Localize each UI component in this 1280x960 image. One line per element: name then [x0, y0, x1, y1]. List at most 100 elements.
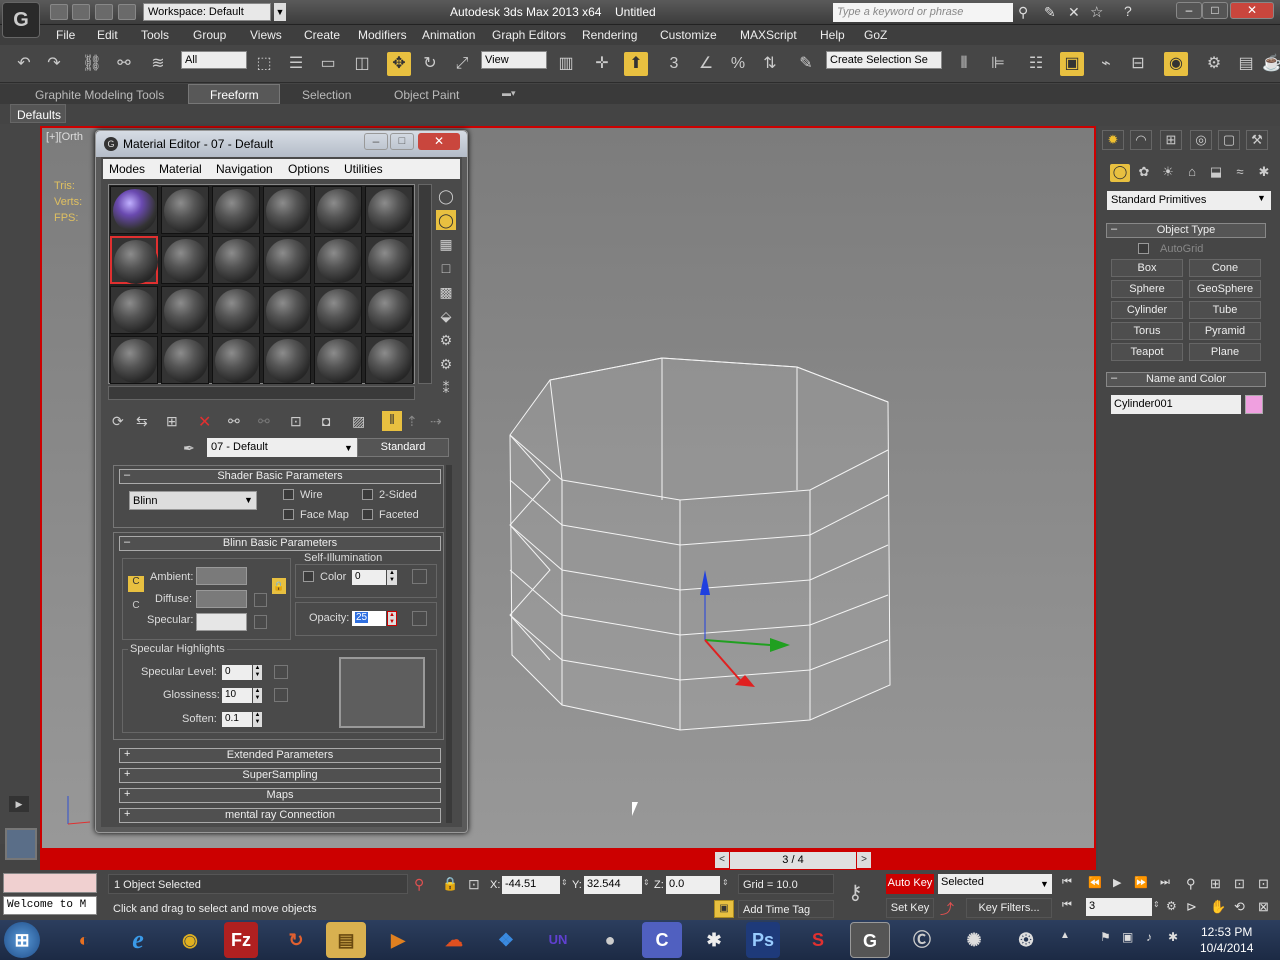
start-button-icon[interactable]: ⊞ [4, 922, 40, 958]
faceted-checkbox[interactable] [362, 509, 373, 520]
rectangular-selection-icon[interactable]: ▭ [316, 52, 340, 76]
material-slot[interactable] [110, 236, 158, 284]
select-and-scale-icon[interactable]: ⤢ [450, 52, 474, 76]
binoculars-icon[interactable]: ⚲ [1018, 4, 1028, 21]
material-slot[interactable] [365, 286, 413, 334]
hierarchy-tab-icon[interactable]: ⊞ [1160, 130, 1182, 150]
save-file-icon[interactable] [95, 4, 113, 20]
pan-view-icon[interactable]: ✋ [1210, 899, 1226, 915]
orbit-icon[interactable]: ⟲ [1234, 899, 1245, 915]
select-manipulate-icon[interactable]: ✛ [590, 52, 614, 76]
select-object-icon[interactable]: ⬚ [252, 52, 276, 76]
minimize-button[interactable]: – [1176, 2, 1202, 19]
internet-explorer-icon[interactable]: e [118, 922, 158, 958]
menu-rendering[interactable]: Rendering [582, 28, 637, 42]
material-type-button[interactable]: Standard [357, 438, 449, 457]
maxscript-mini-listener[interactable]: Welcome to M [3, 896, 97, 915]
specular-level-field[interactable]: 0 [222, 665, 252, 680]
z-spinner-icon[interactable]: ⇕ [722, 878, 729, 887]
help-icon[interactable]: ? [1124, 3, 1132, 19]
menu-group[interactable]: Group [193, 28, 226, 42]
mat-menu-options[interactable]: Options [288, 162, 329, 176]
mirror-icon[interactable]: ⫴ [952, 52, 976, 76]
material-slot[interactable] [263, 236, 311, 284]
modify-tab-icon[interactable]: ◠ [1130, 130, 1152, 150]
utilities-tab-icon[interactable]: ⚒ [1246, 130, 1268, 150]
two-sided-checkbox[interactable] [362, 489, 373, 500]
geometry-icon[interactable]: ◯ [1110, 164, 1130, 182]
object-name-field[interactable]: Cylinder001 [1111, 395, 1241, 414]
z-coord-field[interactable]: 0.0 [666, 876, 720, 894]
project-folder-icon[interactable] [118, 4, 136, 20]
app-un-icon[interactable]: UN [538, 922, 578, 958]
menu-modifiers[interactable]: Modifiers [358, 28, 407, 42]
wire-checkbox[interactable] [283, 489, 294, 500]
shader-dropdown[interactable]: Blinn [129, 491, 257, 510]
app-circle-c-icon[interactable]: Ⓒ [902, 922, 942, 958]
go-to-end-icon[interactable]: ⏭ [1160, 876, 1170, 889]
align-icon[interactable]: ⊫ [986, 52, 1010, 76]
tab-selection[interactable]: Selection [302, 88, 351, 102]
photoshop-icon[interactable]: Ps [746, 922, 780, 958]
x-coord-field[interactable]: -44.51 [502, 876, 560, 894]
angle-snap-icon[interactable]: ∠ [694, 52, 718, 76]
close-button[interactable]: ✕ [1230, 2, 1274, 19]
material-slot[interactable] [314, 186, 362, 234]
slots-vertical-scrollbar[interactable] [418, 184, 432, 384]
isolate-selection-icon[interactable]: ⚲ [414, 876, 424, 893]
material-slot[interactable] [110, 286, 158, 334]
maxscript-mini-listener-top[interactable] [3, 873, 97, 893]
sample-type-icon[interactable]: ◯ [436, 186, 456, 206]
material-slot[interactable] [212, 186, 260, 234]
3ds-max-taskbar-icon[interactable]: G [850, 922, 890, 958]
specular-map-button[interactable] [254, 615, 267, 629]
face-map-checkbox[interactable] [283, 509, 294, 520]
current-frame-field[interactable]: 3 [1086, 898, 1152, 916]
create-tab-icon[interactable]: ✹ [1102, 130, 1124, 150]
mat-menu-utilities[interactable]: Utilities [344, 162, 383, 176]
eyedropper-icon[interactable]: ✒ [183, 440, 195, 457]
tube-button[interactable]: Tube [1189, 301, 1261, 319]
unlink-icon[interactable]: ⚯ [112, 52, 136, 76]
copy-material-icon[interactable]: ⚯ [228, 413, 240, 430]
material-slot[interactable] [212, 336, 260, 384]
specular-color-swatch[interactable] [196, 613, 247, 631]
space-warps-icon[interactable]: ≈ [1230, 164, 1250, 182]
ambient-color-swatch[interactable] [196, 567, 247, 585]
chevron-down-icon[interactable]: ▼ [244, 495, 253, 505]
unity-icon[interactable]: ❂ [1006, 922, 1046, 958]
time-slider-track[interactable] [40, 850, 1096, 870]
select-and-rotate-icon[interactable]: ↻ [418, 52, 442, 76]
plane-button[interactable]: Plane [1189, 343, 1261, 361]
menu-views[interactable]: Views [250, 28, 282, 42]
dropbox-icon[interactable]: ❖ [486, 922, 526, 958]
lock-icon[interactable]: 🔒 [272, 578, 286, 594]
menu-edit[interactable]: Edit [97, 28, 118, 42]
material-slot[interactable] [263, 186, 311, 234]
glossiness-field[interactable]: 10 [222, 688, 252, 703]
auto-key-button[interactable]: Auto Key [886, 874, 934, 894]
autogrid-checkbox[interactable] [1138, 243, 1149, 254]
bomb-app-icon[interactable]: ● [590, 922, 630, 958]
object-type-rollout[interactable]: – Object Type [1106, 223, 1266, 238]
ribbon-options-icon[interactable]: ▬▾ [502, 88, 516, 99]
material-slot[interactable] [110, 186, 158, 234]
bluetooth-tray-icon[interactable]: ✱ [1168, 930, 1178, 944]
material-slot[interactable] [161, 236, 209, 284]
sphere-button[interactable]: Sphere [1111, 280, 1183, 298]
graphite-toggle-icon[interactable]: ▣ [1060, 52, 1084, 76]
glossiness-map-button[interactable] [274, 688, 288, 702]
chevron-down-icon[interactable]: ▼ [1257, 193, 1266, 203]
menu-graph-editors[interactable]: Graph Editors [492, 28, 566, 42]
tray-expand-icon[interactable]: ▲ [1060, 930, 1070, 941]
mat-maximize-button[interactable]: □ [390, 133, 414, 150]
select-by-name-icon[interactable]: ☰ [284, 52, 308, 76]
y-coord-field[interactable]: 32.544 [584, 876, 642, 894]
make-unique-icon[interactable]: ⚯ [258, 413, 270, 430]
lock-ambient-diffuse-icon[interactable]: C [128, 576, 144, 592]
play-arrow-icon[interactable]: ▶ [9, 796, 29, 812]
self-illum-value-field[interactable]: 0 [352, 570, 386, 585]
zoom-icon[interactable]: ⚲ [1186, 876, 1196, 892]
torus-button[interactable]: Torus [1111, 322, 1183, 340]
mat-menu-modes[interactable]: Modes [109, 162, 145, 176]
